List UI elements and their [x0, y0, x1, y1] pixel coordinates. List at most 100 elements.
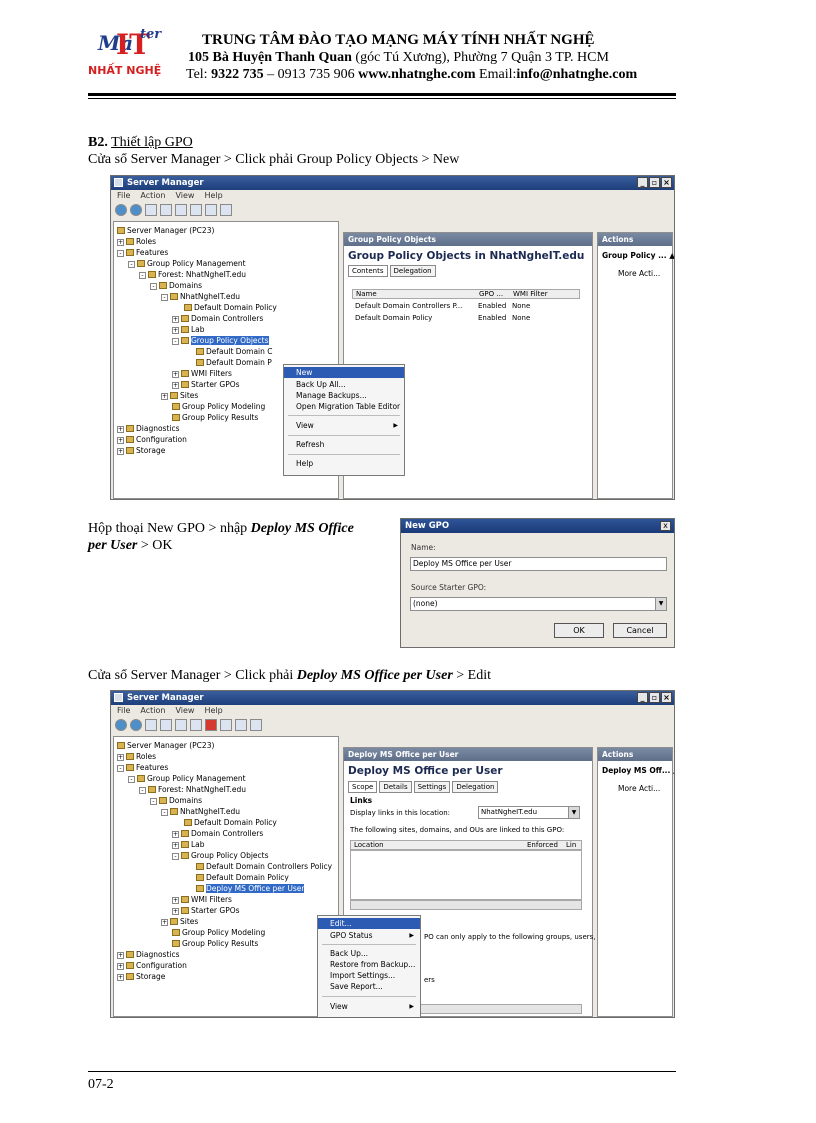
tree-item[interactable]: - Features: [117, 248, 168, 257]
menu-help[interactable]: Help: [204, 191, 222, 200]
tree-item[interactable]: - Group Policy Management: [128, 774, 246, 783]
tree-item[interactable]: + WMI Filters: [172, 895, 232, 904]
dialog-close-button[interactable]: x: [660, 521, 671, 531]
menu-action[interactable]: Action: [140, 191, 165, 200]
minimize-button[interactable]: _: [637, 177, 648, 188]
col-link[interactable]: Lin: [566, 841, 576, 849]
tree-item[interactable]: + Storage: [117, 972, 165, 981]
help-icon[interactable]: [205, 204, 217, 216]
actions-group[interactable]: Deploy MS Off... ▲: [602, 766, 674, 775]
tree-item[interactable]: + Lab: [172, 840, 205, 849]
tree-item[interactable]: - Group Policy Management: [128, 259, 246, 268]
maximize-button[interactable]: ▫: [649, 177, 660, 188]
tree-item[interactable]: - Group Policy Objects: [172, 851, 269, 860]
menu-view[interactable]: View: [175, 191, 194, 200]
tree-item[interactable]: + Domain Controllers: [172, 314, 263, 323]
more-actions[interactable]: More Acti...: [618, 269, 668, 278]
properties-icon[interactable]: [190, 719, 202, 731]
more-actions[interactable]: More Acti...: [618, 784, 668, 793]
menu-view[interactable]: View: [175, 706, 194, 715]
tree-item[interactable]: - Domains: [150, 796, 202, 805]
show-hide-tree-icon[interactable]: [160, 204, 172, 216]
tree-item[interactable]: + Starter GPOs: [172, 906, 240, 915]
menu-item-save-report[interactable]: Save Report...: [318, 981, 420, 992]
tree-item[interactable]: + Roles: [117, 752, 156, 761]
up-folder-icon[interactable]: [145, 204, 157, 216]
refresh-icon[interactable]: [220, 719, 232, 731]
action-pane-icon[interactable]: [220, 204, 232, 216]
menu-item-view[interactable]: View ▶: [318, 1001, 420, 1012]
menu-item-restore[interactable]: Restore from Backup...: [318, 959, 420, 970]
tree-item[interactable]: - Forest: NhatNgheIT.edu: [139, 270, 246, 279]
tree-item[interactable]: - NhatNgheIT.edu: [161, 292, 240, 301]
col-gpo-status[interactable]: GPO ...: [479, 290, 503, 298]
col-enforced[interactable]: Enforced: [527, 841, 558, 849]
tree-item[interactable]: + Sites: [161, 391, 198, 400]
tree-item[interactable]: Default Domain Policy: [184, 303, 277, 312]
menu-file[interactable]: File: [117, 191, 130, 200]
horizontal-scrollbar[interactable]: [350, 900, 582, 910]
menu-item-refresh[interactable]: Refresh: [284, 439, 404, 450]
email-link[interactable]: info@nhatnghe.com: [516, 67, 637, 82]
ok-button[interactable]: OK: [554, 623, 604, 638]
properties-icon[interactable]: [175, 204, 187, 216]
menu-item-edit[interactable]: Edit...: [318, 918, 420, 929]
menu-item-import-settings[interactable]: Import Settings...: [318, 970, 420, 981]
col-name[interactable]: Name: [356, 290, 377, 298]
back-arrow-icon[interactable]: [115, 204, 127, 216]
tree-item[interactable]: + Diagnostics: [117, 424, 180, 433]
menu-item-migration-editor[interactable]: Open Migration Table Editor: [284, 401, 404, 412]
tree-item[interactable]: - Forest: NhatNgheIT.edu: [139, 785, 246, 794]
tree-item[interactable]: Group Policy Modeling: [172, 928, 265, 937]
tree-item[interactable]: Default Domain Policy: [196, 873, 289, 882]
col-wmi-filter[interactable]: WMI Filter: [513, 290, 548, 298]
tree-item[interactable]: + Lab: [172, 325, 205, 334]
tree-item[interactable]: + Sites: [161, 917, 198, 926]
table-row[interactable]: Default Domain Controllers P... Enabled No…: [352, 301, 580, 311]
close-button[interactable]: ×: [661, 692, 672, 703]
delete-icon[interactable]: [205, 719, 217, 731]
minimize-button[interactable]: _: [637, 692, 648, 703]
website-link[interactable]: www.nhatnghe.com: [358, 67, 475, 82]
tree-item[interactable]: - Features: [117, 763, 168, 772]
tree-item[interactable]: + Storage: [117, 446, 165, 455]
menu-item-view[interactable]: View ▶: [284, 420, 404, 431]
menu-item-new[interactable]: New: [284, 367, 404, 378]
tree-item[interactable]: + Configuration: [117, 435, 187, 444]
tree-item[interactable]: Default Domain Policy: [184, 818, 277, 827]
starter-gpo-select[interactable]: (none) ▼: [410, 597, 667, 611]
tree-item[interactable]: - Group Policy Objects: [172, 336, 269, 345]
tree-item[interactable]: Group Policy Results: [172, 939, 258, 948]
tree-item[interactable]: Default Domain Controllers Policy: [196, 862, 332, 871]
actions-group[interactable]: Group Policy ... ▲: [602, 251, 674, 260]
tree-item[interactable]: - NhatNgheIT.edu: [161, 807, 240, 816]
back-arrow-icon[interactable]: [115, 719, 127, 731]
refresh-icon[interactable]: [190, 204, 202, 216]
menu-file[interactable]: File: [117, 706, 130, 715]
tab-settings[interactable]: Settings: [413, 781, 451, 793]
tab-delegation[interactable]: Delegation: [452, 781, 499, 793]
close-button[interactable]: ×: [661, 177, 672, 188]
tree-item[interactable]: Server Manager (PC23): [117, 226, 214, 235]
menu-item-gpo-status[interactable]: GPO Status ▶: [318, 930, 420, 941]
tab-contents[interactable]: Contents: [348, 265, 388, 277]
col-location[interactable]: Location: [354, 841, 384, 849]
tree-item[interactable]: Deploy MS Office per User: [196, 884, 305, 893]
tree-item[interactable]: Default Domain C: [196, 347, 273, 356]
tree-item[interactable]: - Domains: [150, 281, 202, 290]
cancel-button[interactable]: Cancel: [613, 623, 667, 638]
menu-item-manage-backups[interactable]: Manage Backups...: [284, 390, 404, 401]
menu-item-help[interactable]: Help: [284, 458, 404, 469]
forward-arrow-icon[interactable]: [130, 204, 142, 216]
show-hide-tree-icon[interactable]: [160, 719, 172, 731]
links-list[interactable]: [350, 850, 582, 900]
tree-item[interactable]: Default Domain P: [196, 358, 272, 367]
help-icon[interactable]: [235, 719, 247, 731]
tree-item[interactable]: + Domain Controllers: [172, 829, 263, 838]
tree-item[interactable]: + Diagnostics: [117, 950, 180, 959]
tree-item[interactable]: + WMI Filters: [172, 369, 232, 378]
tree-item[interactable]: + Starter GPOs: [172, 380, 240, 389]
tree-item[interactable]: + Configuration: [117, 961, 187, 970]
table-row[interactable]: Default Domain Policy Enabled None: [352, 313, 580, 323]
copy-icon[interactable]: [175, 719, 187, 731]
